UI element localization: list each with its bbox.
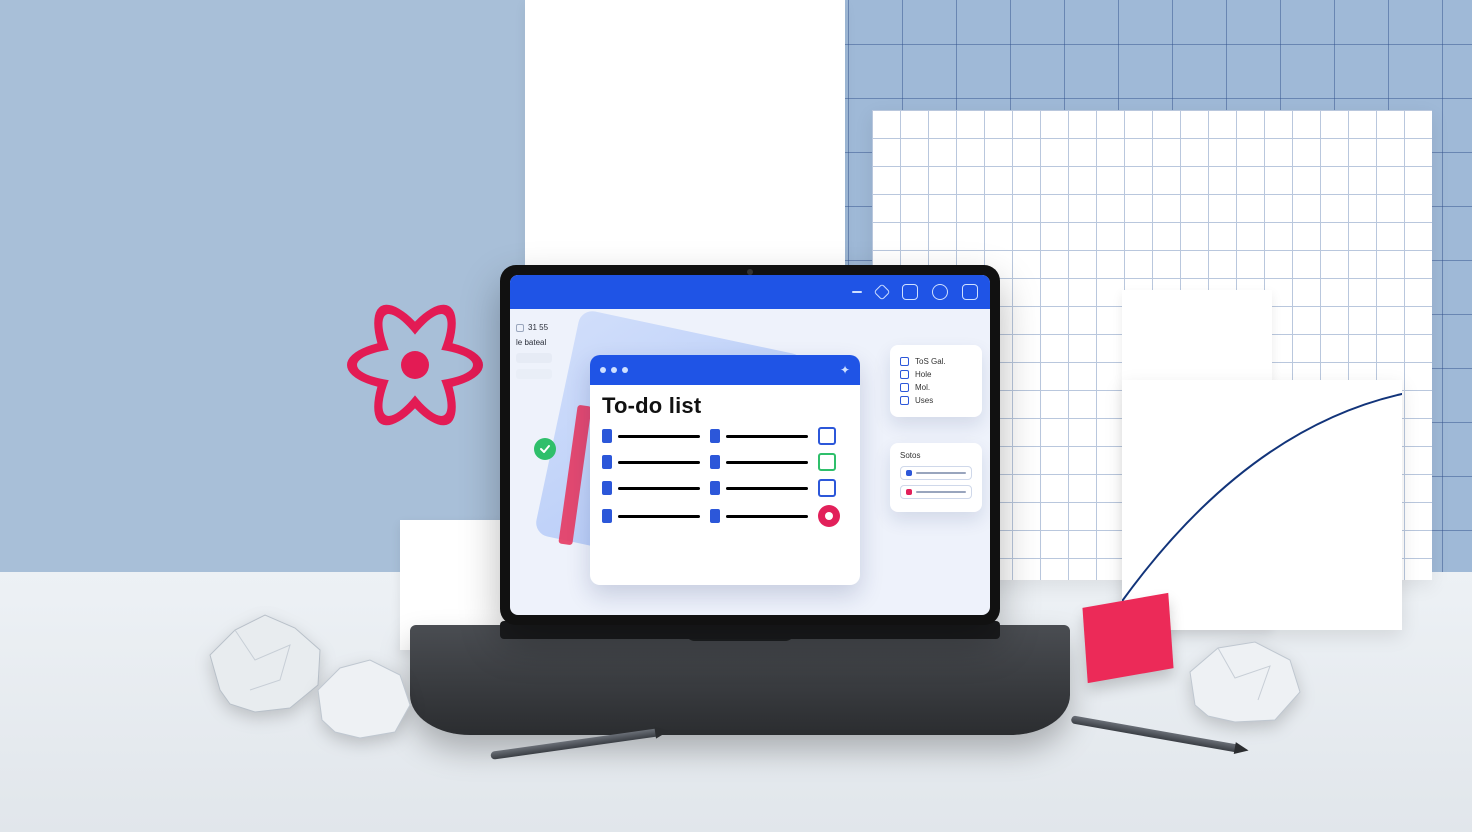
rail-label: le bateal	[516, 338, 546, 347]
tag-chip[interactable]	[900, 485, 972, 499]
rail-item[interactable]	[516, 353, 552, 363]
nav-label: ToS Gal.	[915, 357, 946, 366]
task-checkbox[interactable]	[818, 479, 836, 497]
card-title: To-do list	[590, 385, 860, 425]
task-item[interactable]	[710, 505, 808, 527]
nav-item[interactable]: ToS Gal.	[900, 357, 972, 366]
task-checkbox[interactable]	[818, 427, 836, 445]
sticky-note	[1082, 593, 1173, 683]
tag-chip[interactable]	[900, 466, 972, 480]
nav-label: Mol.	[915, 383, 930, 392]
task-item[interactable]	[602, 427, 700, 445]
record-button[interactable]	[818, 505, 840, 527]
window-icon[interactable]	[962, 284, 978, 300]
dot-icon	[906, 489, 912, 495]
rail-label: 31 55	[528, 323, 548, 332]
task-bullet-icon	[710, 455, 720, 469]
check-badge-icon	[534, 438, 556, 460]
laptop: 31 55 le bateal ✦ To-do list	[410, 265, 1070, 735]
nav-label: Hole	[915, 370, 931, 379]
task-bullet-icon	[710, 429, 720, 443]
task-text	[618, 515, 700, 518]
task-item[interactable]	[602, 479, 700, 497]
selection-panel: Sotos	[890, 443, 982, 512]
app-topbar	[510, 275, 990, 309]
task-text	[726, 487, 808, 490]
nav-item[interactable]: Uses	[900, 396, 972, 405]
chip-text	[916, 472, 966, 474]
todo-card: ✦ To-do list	[590, 355, 860, 585]
app-screen: 31 55 le bateal ✦ To-do list	[510, 275, 990, 615]
task-grid	[590, 425, 860, 537]
task-bullet-icon	[602, 509, 612, 523]
chip-text	[916, 491, 966, 493]
crumpled-paper	[1180, 630, 1310, 730]
task-checkbox[interactable]	[818, 453, 836, 471]
status-icon[interactable]	[932, 284, 948, 300]
task-text	[726, 515, 808, 518]
dot-icon	[906, 470, 912, 476]
nav-icon	[900, 370, 909, 379]
task-bullet-icon	[710, 509, 720, 523]
add-icon[interactable]: ✦	[840, 363, 850, 377]
task-bullet-icon	[710, 481, 720, 495]
rail-item[interactable]	[516, 369, 552, 379]
user-icon[interactable]	[902, 284, 918, 300]
task-text	[618, 435, 700, 438]
crumpled-paper	[310, 650, 420, 745]
nav-icon	[900, 383, 909, 392]
nav-panel: ToS Gal. Hole Mol. Uses	[890, 345, 982, 417]
task-bullet-icon	[602, 455, 612, 469]
window-dots-icon	[600, 367, 628, 373]
nav-item[interactable]: Hole	[900, 370, 972, 379]
share-icon[interactable]	[874, 284, 891, 301]
task-text	[726, 461, 808, 464]
nav-icon	[900, 396, 909, 405]
task-bullet-icon	[602, 429, 612, 443]
task-text	[618, 487, 700, 490]
nav-label: Uses	[915, 396, 933, 405]
laptop-bezel: 31 55 le bateal ✦ To-do list	[500, 265, 1000, 625]
task-item[interactable]	[602, 453, 700, 471]
card-titlebar: ✦	[590, 355, 860, 385]
task-text	[618, 461, 700, 464]
task-bullet-icon	[602, 481, 612, 495]
task-item[interactable]	[710, 453, 808, 471]
left-rail: 31 55 le bateal	[516, 323, 574, 379]
task-text	[726, 435, 808, 438]
task-item[interactable]	[710, 427, 808, 445]
rail-icon	[516, 324, 524, 332]
minimize-icon[interactable]	[852, 291, 862, 293]
paper-sheet	[525, 0, 845, 265]
laptop-base	[410, 625, 1070, 735]
panel-header: Sotos	[900, 451, 972, 460]
task-item[interactable]	[602, 505, 700, 527]
nav-icon	[900, 357, 909, 366]
nav-item[interactable]: Mol.	[900, 383, 972, 392]
task-item[interactable]	[710, 479, 808, 497]
